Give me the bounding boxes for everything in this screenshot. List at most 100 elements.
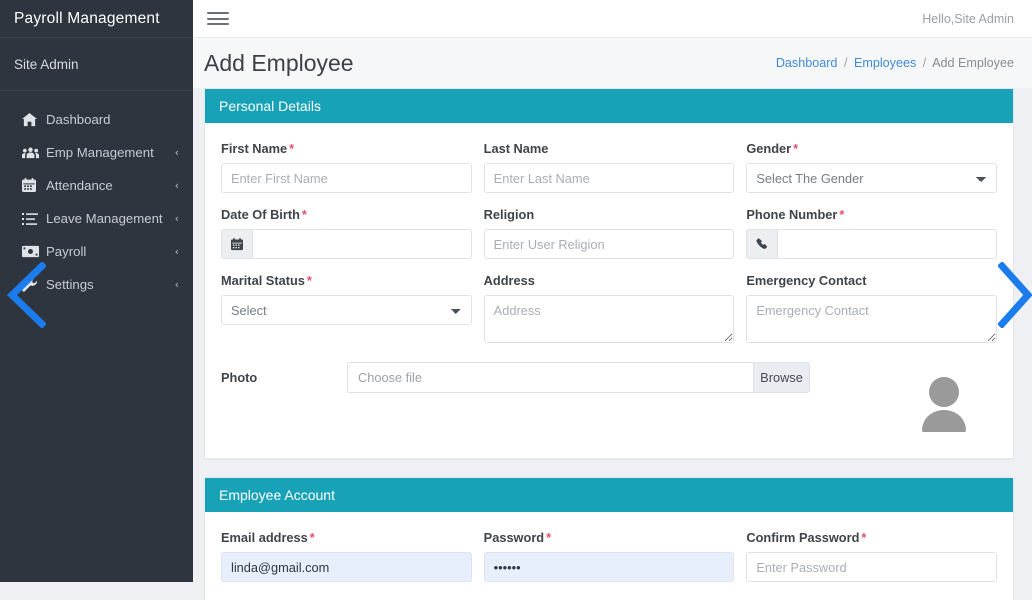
hamburger-bar (207, 17, 229, 20)
browse-button[interactable]: Browse (753, 362, 810, 393)
sidebar-user-name: Site Admin (0, 38, 193, 91)
chevron-left-icon: ‹ (174, 278, 179, 291)
users-icon (22, 146, 46, 160)
label-text: Phone Number (746, 207, 838, 222)
marital-status-select[interactable]: Select (221, 295, 472, 325)
label-text: Marital Status (221, 273, 305, 288)
form-row: Date Of Birth * Religion Enter User Reli… (221, 207, 998, 259)
confirm-password-input[interactable] (746, 552, 998, 582)
label-text: Password (483, 530, 545, 545)
first-name-label: First Name * (221, 141, 472, 156)
address-label: Address (483, 273, 535, 288)
address-textarea[interactable] (483, 295, 735, 343)
gender-label: Gender * (746, 141, 997, 156)
chevron-left-icon: ‹ (174, 179, 179, 192)
chevron-left-icon: ‹ (174, 146, 179, 159)
sidebar-item-settings[interactable]: Settings ‹ (0, 268, 193, 301)
breadcrumb-link-employees[interactable]: Employees (854, 56, 916, 70)
religion-input[interactable] (483, 229, 735, 259)
sidebar-item-leave-management[interactable]: Leave Management ‹ (0, 202, 193, 235)
date-of-birth-input[interactable] (252, 229, 472, 259)
required-marker: * (793, 141, 799, 156)
form-row: Email address* Password* Confirm Passwor… (221, 530, 998, 582)
confirm-password-label: Confirm Password * (746, 530, 997, 545)
personal-details-card: Personal Details First Name* Last Name G… (204, 88, 1014, 459)
gender-select[interactable]: Select The Gender (746, 163, 998, 193)
field-phone-number: Phone Number * (746, 207, 998, 259)
password-input[interactable] (483, 552, 735, 582)
sidebar-item-emp-management[interactable]: Emp Management ‹ (0, 136, 193, 169)
emergency-contact-label: Emergency Contact (746, 273, 867, 288)
breadcrumb-separator: / (922, 56, 927, 70)
sidebar-item-attendance[interactable]: Attendance ‹ (0, 169, 193, 202)
sidebar-item-label: Dashboard (46, 112, 111, 127)
user-avatar-icon (922, 377, 966, 432)
sidebar-item-payroll[interactable]: Payroll ‹ (0, 235, 193, 268)
sidebar-item-dashboard[interactable]: Dashboard (0, 103, 193, 136)
form-row: First Name* Last Name Gender* Select The… (221, 141, 998, 193)
email-address-label: Email address * (221, 530, 472, 545)
password-label: Password * (484, 530, 735, 545)
sidebar-user-label: Site Admin (14, 56, 79, 72)
field-first-name: First Name * (221, 141, 472, 193)
page-header: Add Employee Dashboard / Employees / Add… (193, 38, 1032, 88)
breadcrumb-link-dashboard[interactable]: Dashboard (776, 56, 838, 70)
personal-details-heading: Personal Details (205, 89, 1013, 123)
label-text: Date Of Birth (221, 207, 300, 222)
breadcrumb-current: Add Employee (932, 56, 1014, 70)
phone-number-label: Phone Number * (746, 207, 997, 222)
sidebar-item-label: Attendance (46, 178, 113, 193)
form-row: Marital Status* Select Address Emergency… (221, 273, 998, 348)
personal-details-body: First Name* Last Name Gender* Select The… (205, 123, 1013, 458)
employee-account-heading: Employee Account (205, 478, 1013, 512)
sidebar-item-label: Settings (46, 277, 94, 292)
field-address: Address (483, 273, 735, 348)
phone-icon (746, 229, 778, 259)
field-confirm-password: Confirm Password * (746, 530, 998, 582)
required-marker: * (306, 273, 312, 288)
first-name-input[interactable] (221, 163, 472, 193)
date-of-birth-group (221, 229, 472, 259)
marital-status-label: Marital Status * (221, 273, 472, 288)
required-marker: * (309, 530, 315, 545)
sidebar: Payroll Management Site Admin Dashboard (0, 0, 193, 582)
avatar-preview (810, 362, 997, 436)
field-photo: Photo Choose file Browse (221, 362, 997, 436)
money-icon (22, 245, 46, 258)
sidebar-item-label: Payroll (46, 244, 87, 259)
field-password: Password * (483, 530, 735, 582)
list-icon (22, 212, 46, 226)
field-last-name: Last Name (483, 141, 735, 193)
calendar-icon[interactable] (221, 229, 252, 259)
hamburger-icon[interactable] (207, 9, 229, 29)
required-marker: * (861, 530, 867, 545)
phone-number-input[interactable] (777, 229, 998, 259)
employee-account-card: Employee Account Email address* Password… (204, 477, 1014, 600)
wrench-icon (22, 277, 46, 292)
field-religion: Religion (483, 207, 735, 259)
main-content: Personal Details First Name* Last Name G… (193, 88, 1032, 600)
photo-file-display[interactable]: Choose file (347, 362, 753, 393)
employee-account-body: Email address* Password* Confirm Passwor… (205, 512, 1013, 600)
brand-label: Payroll Management (14, 9, 160, 27)
chevron-left-icon: ‹ (174, 212, 179, 225)
sidebar-item-label: Emp Management (46, 145, 154, 160)
calendar-icon (22, 178, 46, 193)
photo-file-group: Choose file Browse (347, 362, 810, 393)
label-text: Confirm Password (746, 530, 860, 545)
label-text: Email address (221, 530, 308, 545)
required-marker: * (546, 530, 552, 545)
phone-number-group (746, 229, 998, 259)
emergency-contact-textarea[interactable] (746, 295, 998, 343)
field-gender: Gender * Select The Gender (746, 141, 998, 193)
home-icon (22, 112, 46, 127)
greeting-label: Hello,Site Admin (922, 11, 1014, 26)
email-address-input[interactable] (221, 552, 472, 582)
label-text: First Name (221, 141, 288, 156)
topbar: Hello,Site Admin (193, 0, 1032, 38)
sidebar-brand[interactable]: Payroll Management (0, 0, 193, 38)
last-name-input[interactable] (483, 163, 735, 193)
label-text: Gender (746, 141, 792, 156)
field-marital-status: Marital Status * Select (221, 273, 472, 348)
hamburger-bar (207, 23, 229, 25)
